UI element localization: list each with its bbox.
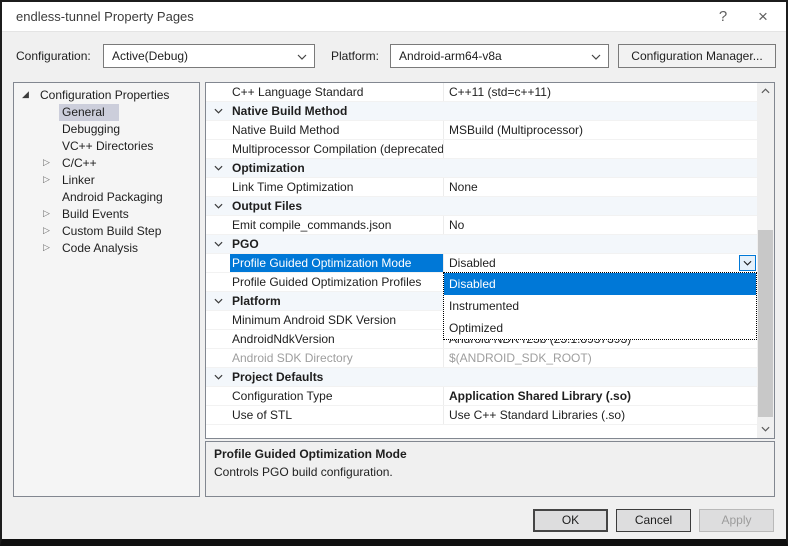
property-value[interactable] [443,140,757,158]
property-name: Emit compile_commands.json [230,216,443,234]
tree-collapsed-icon[interactable]: ▷ [43,223,50,240]
help-icon[interactable]: ? [706,2,740,32]
collapse-chevron-icon[interactable] [206,292,230,310]
table-row[interactable]: Multiprocessor Compilation (deprecated) [206,140,757,159]
collapse-chevron-icon[interactable] [206,368,230,386]
scrollbar-thumb[interactable] [758,230,773,417]
property-value[interactable]: No [443,216,757,234]
tree-item-debugging[interactable]: Debugging [14,121,199,138]
table-row-selected[interactable]: Profile Guided Optimization Mode Disable… [206,254,757,273]
table-row[interactable]: Use of STL Use C++ Standard Libraries (.… [206,406,757,425]
tree-expanded-icon[interactable]: ◢ [22,87,29,104]
tree-item-vc-directories[interactable]: VC++ Directories [14,138,199,155]
category-tree: ◢ Configuration Properties General Debug… [13,82,200,497]
platform-select[interactable]: Android-arm64-v8a [390,44,609,68]
property-value[interactable]: None [443,178,757,196]
pgo-mode-value: Disabled [449,256,496,270]
table-row-disabled: Android SDK Directory $(ANDROID_SDK_ROOT… [206,349,757,368]
property-value[interactable]: MSBuild (Multiprocessor) [443,121,757,139]
group-row[interactable]: Output Files [206,197,757,216]
group-name: PGO [230,235,443,253]
property-name: Configuration Type [230,387,443,405]
apply-button: Apply [699,509,774,532]
table-row[interactable]: Emit compile_commands.json No [206,216,757,235]
group-name: Native Build Method [230,102,443,120]
property-name: Profile Guided Optimization Profiles [230,273,443,291]
property-name: Minimum Android SDK Version [230,311,443,329]
group-name: Project Defaults [230,368,443,386]
scroll-down-icon[interactable] [757,421,774,438]
property-grid-rows: C++ Language Standard C++11 (std=c++11) … [206,83,757,438]
tree-item-code-analysis[interactable]: ▷ Code Analysis [14,240,199,257]
vertical-scrollbar[interactable] [757,83,774,438]
group-name: Output Files [230,197,443,215]
dropdown-option-disabled[interactable]: Disabled [444,273,756,295]
property-grid: C++ Language Standard C++11 (std=c++11) … [205,82,775,439]
property-value[interactable]: Application Shared Library (.so) [443,387,757,405]
collapse-chevron-icon[interactable] [206,102,230,120]
tree-item-custom-build-step[interactable]: ▷ Custom Build Step [14,223,199,240]
dropdown-option-optimized[interactable]: Optimized [444,317,756,339]
property-name: Android SDK Directory [230,349,443,367]
configuration-manager-button[interactable]: Configuration Manager... [618,44,776,68]
tree-collapsed-icon[interactable]: ▷ [43,206,50,223]
group-row[interactable]: PGO [206,235,757,254]
group-row[interactable]: Optimization [206,159,757,178]
dropdown-option-instrumented[interactable]: Instrumented [444,295,756,317]
property-name: Multiprocessor Compilation (deprecated) [230,140,443,158]
description-panel: Profile Guided Optimization Mode Control… [205,441,775,497]
collapse-chevron-icon[interactable] [206,159,230,177]
tree-item-android-packaging[interactable]: Android Packaging [14,189,199,206]
property-value: $(ANDROID_SDK_ROOT) [443,349,757,367]
property-name: Native Build Method [230,121,443,139]
tree-collapsed-icon[interactable]: ▷ [43,240,50,257]
property-name: AndroidNdkVersion [230,330,443,348]
configuration-select[interactable]: Active(Debug) [103,44,315,68]
group-name: Platform [230,292,443,310]
property-pages-dialog: endless-tunnel Property Pages ? × Config… [0,0,788,546]
tree-item-general[interactable]: General [14,104,199,121]
group-row[interactable]: Project Defaults [206,368,757,387]
tree-item-build-events[interactable]: ▷ Build Events [14,206,199,223]
property-name: Link Time Optimization [230,178,443,196]
group-row[interactable]: Native Build Method [206,102,757,121]
pgo-mode-combobox[interactable]: Disabled [443,254,757,272]
chevron-down-icon [297,54,307,76]
collapse-chevron-icon[interactable] [206,235,230,253]
collapse-chevron-icon[interactable] [206,197,230,215]
tree-collapsed-icon[interactable]: ▷ [43,172,50,189]
tree-collapsed-icon[interactable]: ▷ [43,155,50,172]
combobox-dropdown-button[interactable] [739,255,756,271]
property-value[interactable]: Use C++ Standard Libraries (.so) [443,406,757,424]
table-row[interactable]: Configuration Type Application Shared Li… [206,387,757,406]
title-bar: endless-tunnel Property Pages ? × [2,2,786,32]
configuration-label: Configuration: [16,49,91,63]
close-icon[interactable]: × [746,2,780,32]
property-name: Use of STL [230,406,443,424]
tree-item-configuration-properties[interactable]: ◢ Configuration Properties [14,87,199,104]
table-row[interactable]: C++ Language Standard C++11 (std=c++11) [206,83,757,102]
platform-label: Platform: [331,49,379,63]
ok-button[interactable]: OK [533,509,608,532]
tree-item-c-cpp[interactable]: ▷ C/C++ [14,155,199,172]
chevron-down-icon [591,54,601,76]
pgo-mode-dropdown-list: Disabled Instrumented Optimized [443,272,757,340]
scroll-up-icon[interactable] [757,83,774,100]
table-row[interactable]: Native Build Method MSBuild (Multiproces… [206,121,757,140]
configuration-value: Active(Debug) [112,49,188,63]
cancel-button[interactable]: Cancel [616,509,691,532]
description-title: Profile Guided Optimization Mode [214,447,766,461]
window-title: endless-tunnel Property Pages [16,9,194,24]
property-name: Profile Guided Optimization Mode [230,254,443,272]
group-name: Optimization [230,159,443,177]
description-body: Controls PGO build configuration. [214,465,766,479]
property-value[interactable]: C++11 (std=c++11) [443,83,757,101]
tree-item-linker[interactable]: ▷ Linker [14,172,199,189]
property-name: C++ Language Standard [230,83,443,101]
platform-value: Android-arm64-v8a [399,49,502,63]
table-row[interactable]: Link Time Optimization None [206,178,757,197]
